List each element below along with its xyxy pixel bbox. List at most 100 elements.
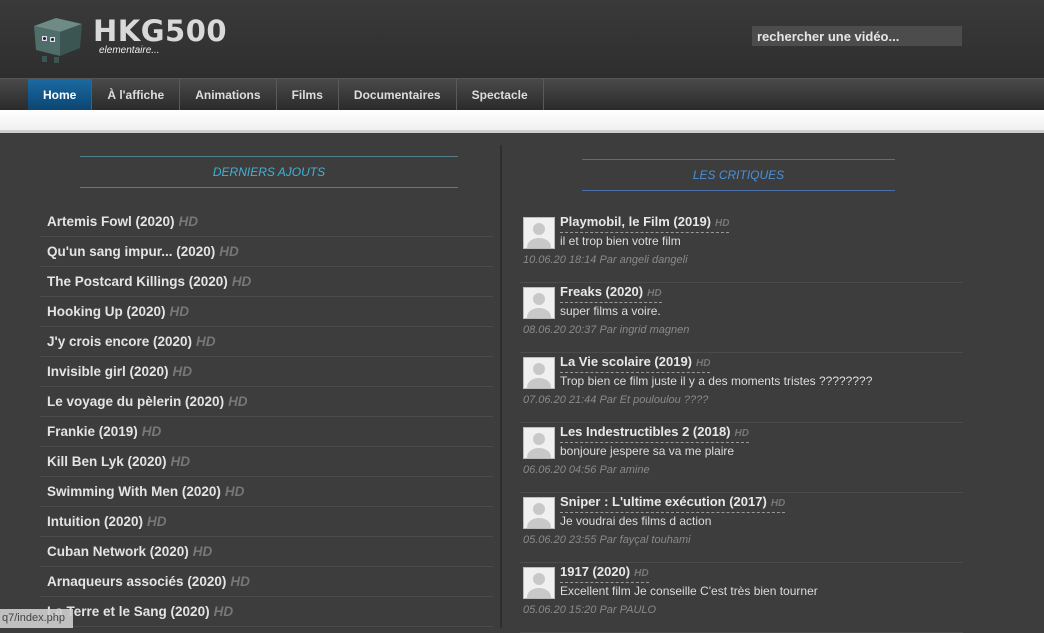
review-meta: 08.06.20 20:37 Par ingrid magnen xyxy=(523,324,690,336)
hd-badge: HD xyxy=(770,498,786,509)
review-item: Playmobil, le Film (2019) HD il et trop b… xyxy=(520,213,963,283)
review-film-title[interactable]: 1917 (2020) xyxy=(560,564,630,579)
review-film-link[interactable]: La Vie scolaire (2019) HD xyxy=(560,353,711,373)
list-item[interactable]: Le voyage du pèlerin (2020) HD xyxy=(40,387,493,417)
review-meta: 06.06.20 04:56 Par amine xyxy=(523,464,650,476)
review-film-title[interactable]: Freaks (2020) xyxy=(560,284,643,299)
list-item[interactable]: Frankie (2019) HD xyxy=(40,417,493,447)
avatar-icon xyxy=(523,427,555,459)
list-item[interactable]: Swimming With Men (2020) HD xyxy=(40,477,493,507)
list-item[interactable]: Artemis Fowl (2020) HD xyxy=(40,207,493,237)
search-input[interactable] xyxy=(752,26,962,46)
band-shadow xyxy=(0,130,1044,133)
review-film-link[interactable]: Freaks (2020) HD xyxy=(560,283,662,303)
hd-badge: HD xyxy=(224,484,245,499)
hd-badge: HD xyxy=(647,288,662,299)
review-item: 1917 (2020) HD Excellent film Je conseill… xyxy=(520,563,963,633)
hd-badge: HD xyxy=(192,544,213,559)
film-title[interactable]: J'y crois encore (2020) xyxy=(47,334,192,349)
list-item[interactable]: The Postcard Killings (2020) HD xyxy=(40,267,493,297)
review-meta: 10.06.20 18:14 Par angeli dangeli xyxy=(523,254,688,266)
site-subtitle: elementaire... xyxy=(99,45,160,56)
hd-badge: HD xyxy=(178,214,199,229)
hd-badge: HD xyxy=(228,394,248,409)
review-meta: 05.06.20 23:55 Par fayçal touhami xyxy=(523,534,691,546)
film-title[interactable]: Frankie (2019) xyxy=(47,424,138,439)
nav-item-spectacle[interactable]: Spectacle xyxy=(457,79,544,111)
review-film-title[interactable]: Sniper : L'ultime exécution (2017) xyxy=(560,494,767,509)
list-item[interactable]: Invisible girl (2020) HD xyxy=(40,357,493,387)
film-title[interactable]: Cuban Network (2020) xyxy=(47,544,189,559)
hd-badge: HD xyxy=(734,428,749,439)
film-title[interactable]: Intuition (2020) xyxy=(47,514,143,529)
list-item[interactable]: Intuition (2020) HD xyxy=(40,507,493,537)
film-title[interactable]: Hooking Up (2020) xyxy=(47,304,166,319)
list-item[interactable]: J'y crois encore (2020) HD xyxy=(40,327,493,357)
hd-badge: HD xyxy=(230,574,250,589)
recent-list: Artemis Fowl (2020) HD Qu'un sang impur..… xyxy=(40,207,493,627)
list-item[interactable]: Arnaqueurs associés (2020) HD xyxy=(40,567,493,597)
film-title[interactable]: Qu'un sang impur... (2020) xyxy=(47,244,215,259)
reviews-section-title: LES CRITIQUES xyxy=(582,159,895,191)
recent-section-title: DERNIERS AJOUTS xyxy=(80,156,458,188)
nav-item-home[interactable]: Home xyxy=(28,79,93,111)
review-film-link[interactable]: Playmobil, le Film (2019) HD xyxy=(560,213,730,233)
review-item: Freaks (2020) HD super films a voire. 08.… xyxy=(520,283,963,353)
hd-badge: HD xyxy=(147,514,167,529)
film-title[interactable]: Invisible girl (2020) xyxy=(47,364,169,379)
hd-badge: HD xyxy=(213,604,234,619)
hd-badge: HD xyxy=(634,568,649,579)
avatar-icon xyxy=(523,497,555,529)
hd-badge: HD xyxy=(696,358,711,369)
hd-badge: HD xyxy=(170,454,191,469)
avatar-icon xyxy=(523,357,555,389)
column-divider xyxy=(500,145,502,628)
status-bar-url: q7/index.php xyxy=(0,609,73,628)
review-text: Je voudrai des films d action xyxy=(560,514,712,528)
review-item: Les Indestructibles 2 (2018) HD bonjoure … xyxy=(520,423,963,493)
review-film-link[interactable]: Sniper : L'ultime exécution (2017) HD xyxy=(560,493,786,513)
review-film-link[interactable]: 1917 (2020) HD xyxy=(560,563,649,583)
review-text: bonjoure jespere sa va me plaire xyxy=(560,444,735,458)
list-item[interactable]: La Terre et le Sang (2020) HD xyxy=(40,597,493,627)
film-title[interactable]: The Postcard Killings (2020) xyxy=(47,274,228,289)
review-text: Trop bien ce film juste il y a des momen… xyxy=(560,374,873,388)
hd-badge: HD xyxy=(196,334,216,349)
list-item[interactable]: Cuban Network (2020) HD xyxy=(40,537,493,567)
review-text: il et trop bien votre film xyxy=(560,234,681,248)
main-nav: Home À l'affiche Animations Films Docume… xyxy=(0,78,1044,111)
review-meta: 07.06.20 21:44 Par Et pouloulou ???? xyxy=(523,394,709,406)
avatar-icon xyxy=(523,567,555,599)
list-item[interactable]: Hooking Up (2020) HD xyxy=(40,297,493,327)
hd-badge: HD xyxy=(715,218,730,229)
review-film-link[interactable]: Les Indestructibles 2 (2018) HD xyxy=(560,423,749,443)
hd-badge: HD xyxy=(141,424,162,439)
review-item: Sniper : L'ultime exécution (2017) HD Je … xyxy=(520,493,963,563)
review-film-title[interactable]: Playmobil, le Film (2019) xyxy=(560,214,711,229)
film-title[interactable]: Artemis Fowl (2020) xyxy=(47,214,175,229)
nav-item-animations[interactable]: Animations xyxy=(180,79,277,111)
list-item[interactable]: Kill Ben Lyk (2020) HD xyxy=(40,447,493,477)
nav-item-films[interactable]: Films xyxy=(277,79,339,111)
film-title[interactable]: Swimming With Men (2020) xyxy=(47,484,221,499)
review-text: super films a voire. xyxy=(560,304,661,318)
hd-badge: HD xyxy=(169,304,190,319)
avatar-icon xyxy=(523,217,555,249)
robot-box-icon[interactable] xyxy=(30,16,86,64)
nav-item-a-laffiche[interactable]: À l'affiche xyxy=(92,79,181,111)
header-band xyxy=(0,110,1044,130)
site-header: HKG500 elementaire... xyxy=(0,0,1044,78)
nav-item-documentaires[interactable]: Documentaires xyxy=(339,79,457,111)
avatar-icon xyxy=(523,287,555,319)
review-film-title[interactable]: Les Indestructibles 2 (2018) xyxy=(560,424,731,439)
hd-badge: HD xyxy=(172,364,193,379)
hd-badge: HD xyxy=(231,274,252,289)
film-title[interactable]: Arnaqueurs associés (2020) xyxy=(47,574,226,589)
film-title[interactable]: Le voyage du pèlerin (2020) xyxy=(47,394,224,409)
review-item: La Vie scolaire (2019) HD Trop bien ce fi… xyxy=(520,353,963,423)
review-meta: 05.06.20 15:20 Par PAULO xyxy=(523,604,657,616)
film-title[interactable]: Kill Ben Lyk (2020) xyxy=(47,454,167,469)
list-item[interactable]: Qu'un sang impur... (2020) HD xyxy=(40,237,493,267)
review-film-title[interactable]: La Vie scolaire (2019) xyxy=(560,354,692,369)
site-title[interactable]: HKG500 xyxy=(93,14,227,48)
